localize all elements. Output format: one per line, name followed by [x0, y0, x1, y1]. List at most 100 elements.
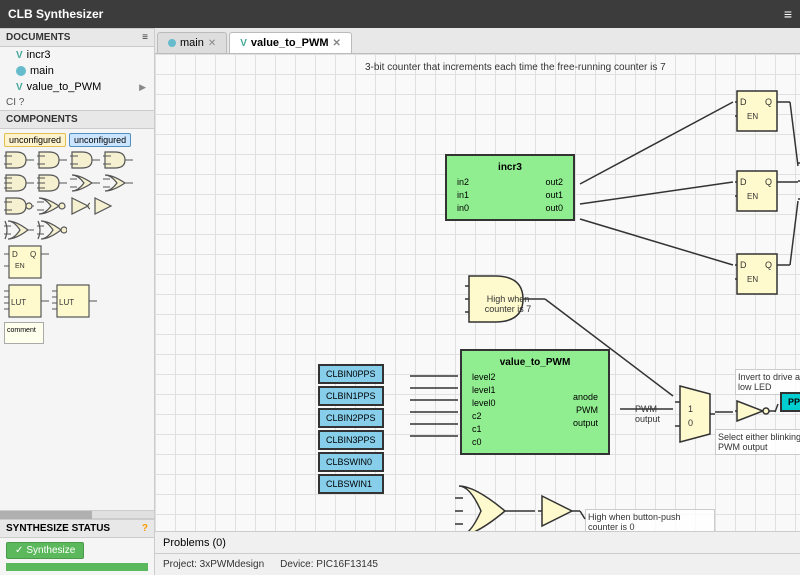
svg-text:LUT: LUT [59, 298, 74, 307]
inverter-gate[interactable] [735, 399, 775, 426]
synthesize-section: SYNTHESIZE STATUS ? ✓ Synthesize [0, 518, 154, 575]
synthesize-progress-bar [6, 563, 148, 571]
gate-row-4 [4, 219, 150, 241]
annotation-select: Select either blinking or PWM output [715, 429, 800, 455]
pps-out0-block[interactable]: PPS_OUT0 [780, 392, 800, 412]
doc-item-value-to-pwm[interactable]: V value_to_PWM ▶ [0, 79, 154, 95]
and-gate-6[interactable] [37, 173, 67, 193]
menu-icon[interactable]: ≡ [784, 6, 792, 22]
dff-1[interactable]: D Q EN [735, 89, 790, 137]
dff-3[interactable]: D Q EN [735, 252, 790, 300]
lut-component-1[interactable]: LUT [4, 283, 49, 319]
pin-clbin1pps[interactable]: CLBIN1PPS [318, 386, 384, 406]
annotation-high-when-0: High when button-push counter is 0 [585, 509, 715, 531]
unconfigured-label-1: unconfigured [4, 133, 66, 147]
xnor-gate-1[interactable] [37, 219, 67, 241]
vtopwm-level2: level2 [472, 372, 496, 382]
sidebar-scrollbar[interactable] [0, 510, 154, 518]
vtopwm-pwm-output: PWM [573, 405, 598, 415]
and-gate-3[interactable] [70, 150, 100, 170]
buf-gate-1[interactable] [93, 196, 113, 216]
annotation-top: 3-bit counter that increments each time … [365, 62, 725, 73]
svg-text:D: D [740, 97, 747, 107]
vtopwm-c1: c1 [472, 424, 496, 434]
high-when-7-gate[interactable] [465, 274, 545, 327]
pin-clbswin0[interactable]: CLBSWIN0 [318, 452, 384, 472]
comment-row: comment [4, 322, 150, 344]
or-gate-1[interactable] [70, 173, 100, 193]
pin-clbswin1[interactable]: CLBSWIN1 [318, 474, 384, 494]
components-grid: unconfigured unconfigured [0, 129, 154, 510]
svg-text:Q: Q [30, 250, 36, 259]
tab-value-close[interactable]: ✕ [333, 38, 341, 49]
dff-2[interactable]: D Q EN [735, 169, 790, 217]
svg-text:LUT: LUT [11, 298, 26, 307]
nand-gate-1[interactable] [4, 196, 34, 216]
documents-header[interactable]: DOCUMENTS ≡ [0, 28, 154, 47]
not-gate-1[interactable] [70, 196, 90, 216]
circle-icon [16, 66, 26, 76]
xor-gate-1[interactable] [4, 219, 34, 241]
components-header[interactable]: COMPONENTS [0, 110, 154, 129]
vtopwm-level1: level1 [472, 385, 496, 395]
tab-main-icon [168, 39, 176, 47]
dff-row: D Q EN [4, 244, 150, 280]
svg-text:Q: Q [765, 177, 772, 187]
tab-main-close[interactable]: ✕ [208, 38, 216, 49]
statusbar: Project: 3xPWMdesign Device: PIC16F13145 [155, 553, 800, 575]
pps-out0-label: PPS_OUT0 [780, 392, 800, 412]
gate-row-3 [4, 196, 150, 216]
vtopwm-level0: level0 [472, 398, 496, 408]
mux-block[interactable]: 1 0 [675, 384, 715, 447]
large-or-gate[interactable] [455, 484, 535, 531]
gate-row-2 [4, 173, 150, 193]
vtopwm-title: value_to_PWM [472, 357, 598, 368]
doc-item-incr3[interactable]: V incr3 [0, 47, 154, 63]
canvas-area: 3-bit counter that increments each time … [155, 54, 800, 531]
tab-main[interactable]: main ✕ [157, 32, 227, 53]
tab-value-to-pwm[interactable]: V value_to_PWM ✕ [229, 32, 352, 53]
nor-gate-1[interactable] [37, 196, 67, 216]
comment-component[interactable]: comment [4, 322, 44, 344]
sidebar-scrollbar-thumb[interactable] [0, 511, 92, 519]
value-to-pwm-block[interactable]: value_to_PWM level2 level1 level0 c2 c1 … [460, 349, 610, 455]
pin-clbin3pps[interactable]: CLBIN3PPS [318, 430, 384, 450]
and-gate-2[interactable] [37, 150, 67, 170]
svg-text:EN: EN [747, 112, 758, 121]
incr3-block[interactable]: incr3 in2 in1 in0 out2 out1 out0 [445, 154, 575, 221]
arrow-right-icon: ▶ [139, 82, 146, 93]
and-gate-1[interactable] [4, 150, 34, 170]
sidebar: DOCUMENTS ≡ V incr3 main V value_to_PWM … [0, 28, 155, 575]
pwm-output-label: PWM output [635, 404, 660, 424]
svg-text:Q: Q [765, 260, 772, 270]
lut-row: LUT LUT [4, 283, 150, 319]
problems-text: Problems (0) [163, 537, 226, 549]
svg-text:1: 1 [688, 404, 693, 414]
unconfigured-label-2: unconfigured [69, 133, 131, 147]
and-gate-4[interactable] [103, 150, 133, 170]
or-gate-2[interactable] [103, 173, 133, 193]
dff-component-1[interactable]: D Q EN [4, 244, 49, 280]
problems-bar: Problems (0) [155, 531, 800, 553]
doc-item-main[interactable]: main [0, 63, 154, 79]
synthesize-button[interactable]: ✓ Synthesize [6, 542, 84, 559]
tab-main-label: main [180, 37, 204, 49]
tab-v-icon: V [240, 38, 247, 49]
synthesize-help-icon[interactable]: ? [142, 523, 148, 534]
and-gate-5[interactable] [4, 173, 34, 193]
incr3-title: incr3 [457, 162, 563, 173]
pin-clbin0pps[interactable]: CLBIN0PPS [318, 364, 384, 384]
svg-text:0: 0 [688, 418, 693, 428]
incr3-in0: in0 [457, 203, 469, 213]
lut-component-2[interactable]: LUT [52, 283, 97, 319]
documents-section: DOCUMENTS ≡ V incr3 main V value_to_PWM … [0, 28, 154, 95]
pin-clbin2pps[interactable]: CLBIN2PPS [318, 408, 384, 428]
app-title: CLB Synthesizer [8, 7, 103, 21]
v-icon-2: V [16, 82, 23, 93]
incr3-out1: out1 [545, 190, 563, 200]
incr3-in1: in1 [457, 190, 469, 200]
svg-text:Q: Q [765, 97, 772, 107]
tabbar: main ✕ V value_to_PWM ✕ [155, 28, 800, 54]
right-area: main ✕ V value_to_PWM ✕ 3-bit counter th… [155, 28, 800, 575]
buf-gate-canvas[interactable] [540, 494, 580, 531]
